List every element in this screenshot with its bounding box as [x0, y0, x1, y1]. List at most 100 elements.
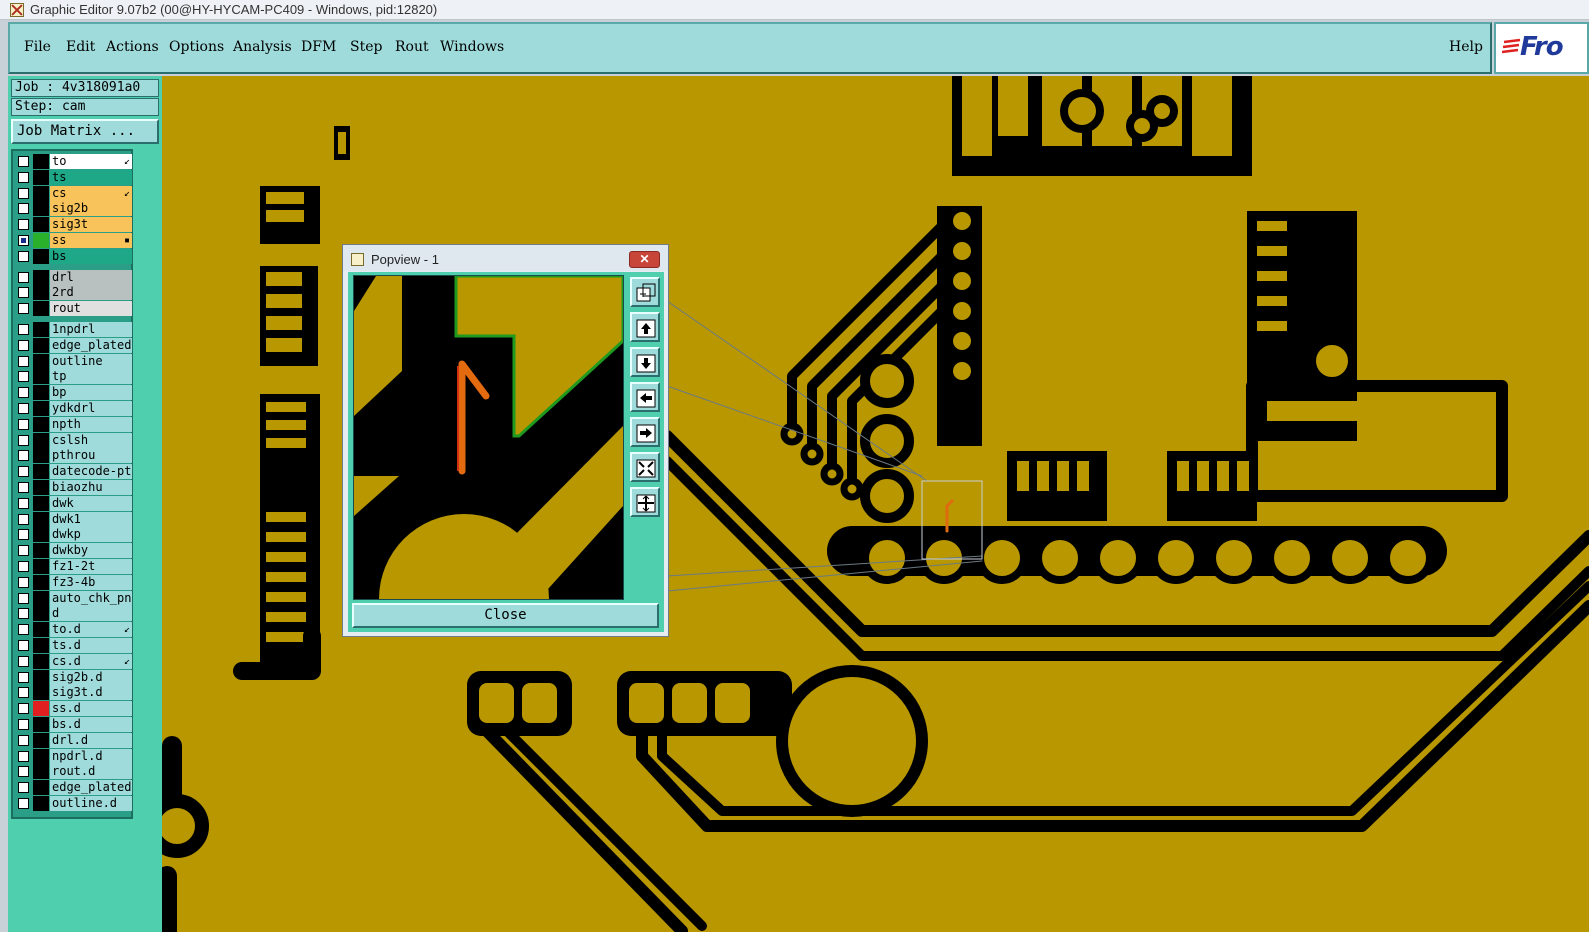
- layer-row[interactable]: sig3t: [15, 217, 132, 233]
- layer-checkbox[interactable]: [18, 576, 29, 588]
- layer-color-swatch[interactable]: [33, 701, 49, 717]
- layer-color-swatch[interactable]: [33, 248, 49, 264]
- layer-name[interactable]: ss ▪: [50, 233, 132, 248]
- layer-name[interactable]: cs ↙: [50, 185, 132, 201]
- layer-row[interactable]: dwkp: [15, 527, 132, 543]
- layer-name[interactable]: sig2b.d: [50, 669, 132, 685]
- layer-name[interactable]: sig3t.d: [50, 685, 132, 701]
- layer-name[interactable]: bs.d: [50, 717, 132, 732]
- layer-checkbox[interactable]: [18, 624, 29, 636]
- layer-checkbox[interactable]: [18, 434, 29, 446]
- layer-row[interactable]: pthrou: [15, 448, 132, 464]
- layer-name[interactable]: npth: [50, 416, 132, 432]
- layer-name[interactable]: 1npdrl: [50, 322, 132, 337]
- layer-name[interactable]: dwk: [50, 495, 132, 511]
- layer-color-swatch[interactable]: [33, 653, 49, 669]
- layer-name[interactable]: edge_plated: [50, 337, 132, 353]
- layer-checkbox[interactable]: [18, 371, 29, 383]
- layer-name[interactable]: biaozhu: [50, 480, 132, 495]
- menu-help[interactable]: Help: [1449, 39, 1483, 55]
- layer-row[interactable]: sig2b.d: [15, 669, 132, 685]
- layer-name[interactable]: cs.d ↙: [50, 653, 132, 669]
- window-close-button[interactable]: ✕: [629, 251, 660, 268]
- layer-color-swatch[interactable]: [33, 669, 49, 685]
- layer-checkbox[interactable]: [18, 287, 29, 299]
- layer-name[interactable]: ts: [50, 169, 132, 185]
- layer-checkbox[interactable]: [18, 171, 29, 183]
- layer-checkbox[interactable]: [18, 529, 29, 541]
- menu-dfm[interactable]: DFM: [301, 39, 336, 55]
- layer-checkbox[interactable]: [18, 482, 29, 493]
- layer-color-swatch[interactable]: [33, 301, 49, 317]
- layer-row[interactable]: cs ↙: [15, 185, 132, 201]
- layer-color-swatch[interactable]: [33, 638, 49, 653]
- layer-row[interactable]: ss.d: [15, 701, 132, 717]
- job-matrix-button[interactable]: Job Matrix ...: [11, 119, 159, 144]
- layer-row[interactable]: bp: [15, 385, 132, 401]
- layer-list-scrollbar[interactable]: [135, 149, 159, 929]
- layer-name[interactable]: pthrou: [50, 448, 132, 464]
- layer-row[interactable]: cs.d ↙: [15, 653, 132, 669]
- layer-row[interactable]: 2rd: [15, 285, 132, 301]
- zoom-out-button[interactable]: [630, 487, 660, 517]
- pan-up-button[interactable]: [630, 312, 660, 342]
- layer-row[interactable]: d: [15, 606, 132, 622]
- layer-row[interactable]: bs: [15, 248, 132, 264]
- layer-name[interactable]: rout: [50, 301, 132, 317]
- popview-title-bar[interactable]: Popview - 1 ✕: [343, 245, 668, 271]
- layer-color-swatch[interactable]: [33, 748, 49, 764]
- layer-row[interactable]: tp: [15, 369, 132, 385]
- layer-list[interactable]: to ↙ ts cs ↙ sig2b sig3t ss ▪ bs drl 2rd rout 1npdrl e…: [11, 149, 133, 819]
- layer-name[interactable]: dwkby: [50, 543, 132, 559]
- layer-row[interactable]: outline: [15, 353, 132, 369]
- popview-close-button[interactable]: Close: [352, 603, 659, 628]
- layer-color-swatch[interactable]: [33, 574, 49, 590]
- layer-name[interactable]: to ↙: [50, 154, 132, 169]
- layer-name[interactable]: ss.d: [50, 701, 132, 717]
- layer-color-swatch[interactable]: [33, 269, 49, 285]
- layer-row[interactable]: bs.d: [15, 717, 132, 732]
- layer-checkbox[interactable]: [18, 156, 29, 167]
- layer-row[interactable]: drl.d: [15, 732, 132, 748]
- layer-checkbox[interactable]: [18, 403, 29, 414]
- layer-color-swatch[interactable]: [33, 527, 49, 543]
- menu-actions[interactable]: Actions: [106, 39, 159, 55]
- layer-color-swatch[interactable]: [33, 385, 49, 401]
- layer-checkbox[interactable]: [18, 187, 29, 199]
- layer-color-swatch[interactable]: [33, 201, 49, 217]
- layer-row[interactable]: fz1-2t: [15, 559, 132, 574]
- layer-row[interactable]: dwk1: [15, 511, 132, 527]
- layer-checkbox[interactable]: [18, 203, 29, 215]
- layer-color-swatch[interactable]: [33, 764, 49, 780]
- zoom-fit-button[interactable]: [630, 277, 660, 307]
- layer-name[interactable]: rout.d: [50, 764, 132, 780]
- layer-name[interactable]: fz3-4b: [50, 574, 132, 590]
- layer-name[interactable]: dwk1: [50, 511, 132, 527]
- layer-row[interactable]: drl: [15, 269, 132, 285]
- layer-row[interactable]: to.d ↙: [15, 622, 132, 638]
- layer-name[interactable]: auto_chk_pnl: [50, 590, 132, 606]
- layer-checkbox[interactable]: [18, 592, 29, 604]
- popview-zoom-view[interactable]: [353, 275, 624, 600]
- layer-name[interactable]: edge_plated: [50, 780, 132, 796]
- layer-checkbox[interactable]: [18, 671, 29, 683]
- layer-checkbox[interactable]: [18, 513, 29, 525]
- layer-name[interactable]: npdrl.d: [50, 748, 132, 764]
- layer-color-swatch[interactable]: [33, 353, 49, 369]
- layer-checkbox[interactable]: [18, 250, 29, 262]
- menu-edit[interactable]: Edit: [66, 39, 95, 55]
- layer-checkbox[interactable]: [18, 219, 29, 231]
- layer-color-swatch[interactable]: [33, 511, 49, 527]
- layer-name[interactable]: bs: [50, 248, 132, 264]
- layer-checkbox[interactable]: [18, 734, 29, 746]
- layer-checkbox[interactable]: [18, 687, 29, 699]
- layer-row[interactable]: ts.d: [15, 638, 132, 653]
- layer-color-swatch[interactable]: [33, 543, 49, 559]
- layer-name[interactable]: 2rd: [50, 285, 132, 301]
- layer-color-swatch[interactable]: [33, 448, 49, 464]
- layer-row[interactable]: cslsh: [15, 432, 132, 448]
- layer-color-swatch[interactable]: [33, 322, 49, 337]
- layer-checkbox[interactable]: [18, 719, 29, 730]
- layer-row[interactable]: edge_plated: [15, 780, 132, 796]
- layer-checkbox[interactable]: [18, 387, 29, 399]
